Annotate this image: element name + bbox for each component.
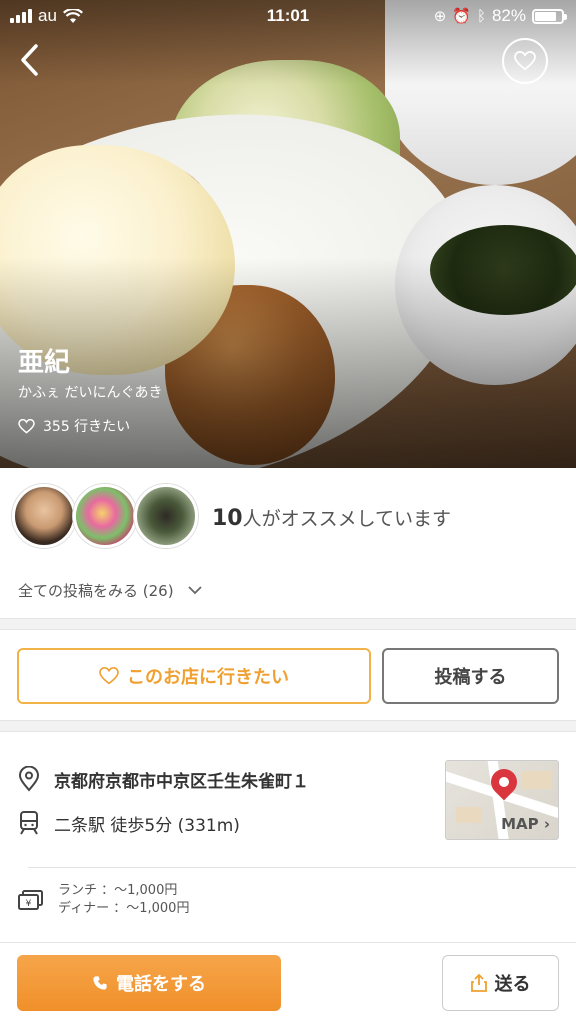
alarm-icon: ⏰ — [452, 8, 471, 25]
heart-icon — [18, 418, 35, 434]
battery-icon — [532, 8, 567, 24]
post-label: 投稿する — [434, 667, 507, 688]
heart-icon — [99, 667, 119, 685]
map-label: MAP › — [501, 815, 550, 833]
back-chevron-icon — [21, 44, 38, 76]
location-pin-icon — [18, 766, 40, 792]
price-dinner: ディナー ：～1,000円 — [58, 901, 190, 916]
status-right: ⊕ ⏰ ᛒ 82% — [433, 6, 567, 26]
recommender-avatars[interactable] — [12, 484, 198, 548]
rotation-lock-icon: ⊕ — [433, 8, 447, 25]
bluetooth-icon: ᛒ — [476, 7, 486, 25]
hero-photo: au 11:01 ⊕ ⏰ ᛒ 82% 亜紀 かふぇ だいにんぐあき 355 行き… — [0, 0, 576, 468]
map-block — [456, 807, 482, 823]
call-label: 電話をする — [116, 974, 206, 995]
call-button[interactable]: 電話をする — [17, 955, 281, 1011]
price-lines: ランチ ：～1,000円 ディナー ：～1,000円 — [58, 882, 189, 918]
station-text: 二条駅 徒歩5分 (331m) — [54, 815, 240, 836]
post-button[interactable]: 投稿する — [382, 648, 559, 704]
shop-kana: かふぇ だいにんぐあき — [18, 385, 163, 401]
heart-icon — [514, 51, 536, 71]
want-to-go-button[interactable]: このお店に行きたい — [17, 648, 371, 704]
recommenders-section: 10人がオススメしています 全ての投稿をみる (26) — [0, 468, 576, 618]
section-divider — [0, 720, 576, 732]
see-all-label: 全ての投稿をみる (26) — [18, 582, 174, 600]
phone-icon — [93, 976, 107, 990]
want-count[interactable]: 355 行きたい — [18, 416, 130, 436]
chevron-down-icon — [187, 586, 202, 595]
share-button[interactable]: 送る — [442, 955, 559, 1011]
map-block — [522, 771, 552, 789]
info-divider — [28, 867, 576, 868]
recommend-summary[interactable]: 10人がオススメしています — [212, 504, 451, 531]
back-button[interactable] — [12, 38, 52, 78]
footer-bar: 電話をする 送る — [0, 942, 576, 1024]
address-row[interactable]: 京都府京都市中京区壬生朱雀町１ — [18, 766, 309, 792]
favorite-button[interactable] — [502, 38, 548, 84]
price-lunch: ランチ ：～1,000円 — [58, 883, 178, 898]
share-label: 送る — [494, 974, 531, 995]
see-all-posts-link[interactable]: 全ての投稿をみる (26) — [18, 580, 202, 601]
recommend-count: 10 — [212, 506, 243, 531]
section-divider — [0, 618, 576, 630]
want-count-label: 355 行きたい — [43, 419, 131, 435]
share-icon — [470, 974, 487, 992]
shop-name: 亜紀 — [18, 348, 71, 378]
shop-info: 京都府京都市中京区壬生朱雀町１ 二条駅 徒歩5分 (331m) MAP › ¥ … — [0, 732, 576, 942]
action-row: このお店に行きたい 投稿する — [0, 630, 576, 720]
address-text: 京都府京都市中京区壬生朱雀町１ — [54, 771, 309, 792]
svg-text:¥: ¥ — [26, 899, 32, 909]
station-row: 二条駅 徒歩5分 (331m) — [18, 810, 240, 836]
want-to-go-label: このお店に行きたい — [127, 667, 289, 688]
battery-percent: 82% — [491, 6, 526, 25]
status-bar: au 11:01 ⊕ ⏰ ᛒ 82% — [0, 0, 576, 32]
yen-wallet-icon: ¥ — [18, 890, 43, 910]
train-icon — [20, 811, 38, 835]
price-row: ¥ ランチ ：～1,000円 ディナー ：～1,000円 — [18, 882, 189, 918]
avatar[interactable] — [134, 484, 198, 548]
recommend-text: 人がオススメしています — [242, 508, 452, 530]
avatar[interactable] — [73, 484, 137, 548]
map-thumbnail[interactable]: MAP › — [445, 760, 559, 840]
avatar[interactable] — [12, 484, 76, 548]
